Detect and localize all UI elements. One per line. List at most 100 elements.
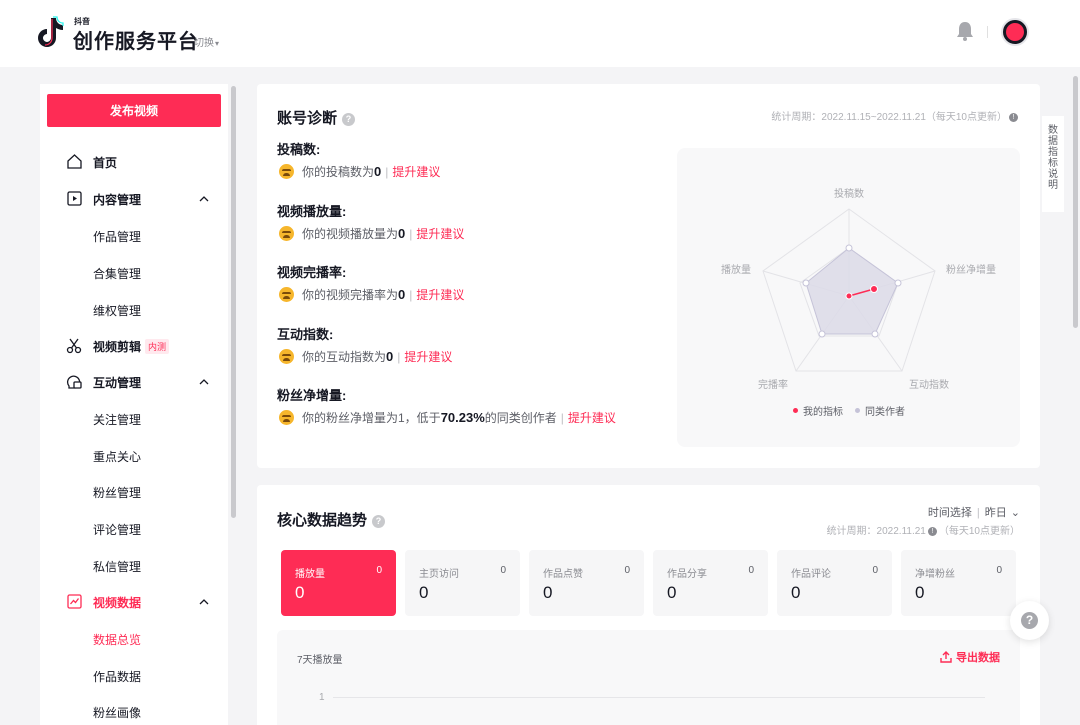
line-chart-icon <box>67 594 82 609</box>
stat-value: 0 <box>419 583 429 602</box>
data-metrics-explanation-tab[interactable]: 数据指标说明 <box>1042 116 1064 212</box>
sidebar-item-interaction-management[interactable]: 互动管理 <box>40 370 228 394</box>
publish-video-button[interactable]: 发布视频 <box>47 94 221 127</box>
legend-mine-label: 我的指标 <box>803 407 843 418</box>
stat-label: 净增粉丝 <box>915 569 955 580</box>
home-icon <box>67 154 82 169</box>
sidebar-item-follow-management[interactable]: 关注管理 <box>93 411 141 428</box>
stat-value: 0 <box>667 583 677 602</box>
sidebar-item-fans-portrait[interactable]: 粉丝画像 <box>93 704 141 721</box>
improve-suggestion-link[interactable]: 提升建议 <box>404 348 452 365</box>
sidebar-item-video-data[interactable]: 视频数据 <box>40 590 228 614</box>
bell-icon[interactable] <box>955 20 975 42</box>
legend-dot <box>793 408 798 413</box>
time-select-value: 昨日 <box>984 507 1007 519</box>
radar-peer-point <box>871 330 879 338</box>
account-diagnosis-card: 账号诊断? 统计周期：2022.11.15~2022.11.21（每天10点更新… <box>257 84 1040 468</box>
help-icon[interactable]: ? <box>342 112 356 126</box>
separator: | <box>409 287 413 302</box>
help-icon[interactable]: ? <box>372 514 386 528</box>
scissors-icon <box>66 338 82 354</box>
separator: | <box>409 226 413 241</box>
switch-dropdown[interactable]: 切换▾ <box>194 34 219 49</box>
improve-suggestion-link[interactable]: 提升建议 <box>568 409 616 426</box>
sidebar-item-dm-management[interactable]: 私信管理 <box>93 558 141 575</box>
sidebar-item-rights-management[interactable]: 维权管理 <box>93 302 141 319</box>
metric-prefix: 你的投稿数为 <box>302 165 375 179</box>
metric-line: 你的粉丝净增量为1，低于 70.23% 的同类创作者 | 提升建议 <box>279 409 616 426</box>
chevron-up-icon <box>199 196 209 202</box>
metric-prefix: 你的视频完播率为 <box>302 288 399 302</box>
sidebar-item-video-edit[interactable]: 视频剪辑 内测 <box>40 334 228 358</box>
legend-mine: 我的指标 <box>793 403 843 418</box>
metric-title: 互动指数: <box>277 327 334 342</box>
diagnosis-period: 统计周期：2022.11.15~2022.11.21（每天10点更新） <box>771 112 1007 123</box>
radar-peer-point <box>845 244 853 252</box>
stat-card-homepage-visits[interactable]: 主页访问 0 0 <box>405 550 520 616</box>
improve-suggestion-link[interactable]: 提升建议 <box>416 286 464 303</box>
sidebar-item-home[interactable]: 首页 <box>40 150 228 174</box>
page-scrollbar[interactable] <box>1073 76 1078 328</box>
sidebar-item-content-management[interactable]: 内容管理 <box>40 187 228 211</box>
metric-line: 你的视频完播率为 0 | 提升建议 <box>279 286 464 303</box>
time-select-dropdown[interactable]: 时间选择 | 昨日 ⌄ <box>928 504 1020 520</box>
trend-period-row: 统计周期：2022.11.21! （每天10点更新） <box>827 522 1020 537</box>
metric-title: 粉丝净增量: <box>277 388 347 403</box>
separator: | <box>385 164 389 179</box>
stat-card-net-fans[interactable]: 净增粉丝 0 0 <box>901 550 1016 616</box>
trend-period: 统计周期：2022.11.21 <box>826 526 926 537</box>
avatar[interactable] <box>1001 18 1029 46</box>
crying-face-icon <box>279 410 294 425</box>
radar-peer-point <box>818 330 826 338</box>
caret-down-icon: ▾ <box>215 39 220 48</box>
separator: | <box>560 410 564 425</box>
export-label: 导出数据 <box>956 652 1000 664</box>
metric-prefix: 你的视频播放量为 <box>302 227 399 241</box>
metric-line: 你的投稿数为 0 | 提升建议 <box>279 163 440 180</box>
radar-axis-label: 播放量 <box>721 265 751 276</box>
sidebar-scrollbar[interactable] <box>231 86 236 518</box>
trend-title: 核心数据趋势 <box>277 512 368 529</box>
sidebar-item-data-overview[interactable]: 数据总览 <box>93 631 141 648</box>
trend-title-row: 核心数据趋势? <box>277 509 386 530</box>
sidebar: 发布视频 首页 内容管理 作品管理 合集管理 维权管理 视频剪辑 内测 互动管理… <box>40 84 228 725</box>
info-icon[interactable]: ! <box>1009 112 1018 122</box>
info-icon[interactable]: ! <box>927 526 937 536</box>
sidebar-item-fans-management[interactable]: 粉丝管理 <box>93 484 141 501</box>
metric-prefix: 你的粉丝净增量为1，低于 <box>302 411 441 425</box>
metric-value: 0 <box>374 164 382 179</box>
metric-value: 0 <box>398 287 406 302</box>
metric-title: 视频完播率: <box>277 265 347 280</box>
time-select-label: 时间选择 <box>927 507 972 519</box>
avatar-image <box>1006 23 1024 41</box>
improve-suggestion-link[interactable]: 提升建议 <box>392 163 440 180</box>
stat-value: 0 <box>295 583 305 602</box>
export-data-button[interactable]: 导出数据 <box>940 649 1000 665</box>
logo-title: 创作服务平台 <box>73 31 199 53</box>
crying-face-icon <box>279 287 294 302</box>
sidebar-item-works-data[interactable]: 作品数据 <box>93 668 141 685</box>
improve-suggestion-link[interactable]: 提升建议 <box>416 225 464 242</box>
sidebar-item-works-management[interactable]: 作品管理 <box>93 228 141 245</box>
radar-peer-point <box>894 279 902 287</box>
sidebar-item-comment-management[interactable]: 评论管理 <box>93 521 141 538</box>
stat-card-plays[interactable]: 播放量 0 0 <box>281 550 396 616</box>
sidebar-item-key-care[interactable]: 重点关心 <box>93 448 141 465</box>
crying-face-icon <box>279 164 294 179</box>
trend-period-note: （每天10点更新） <box>938 526 1020 537</box>
floating-help-button[interactable]: ? <box>1010 601 1049 640</box>
stat-label: 主页访问 <box>419 569 459 580</box>
stat-change: 0 <box>376 565 382 576</box>
chevron-up-icon <box>199 379 209 385</box>
stat-card-comments[interactable]: 作品评论 0 0 <box>777 550 892 616</box>
side-tab-label: 数据指标说明 <box>1048 125 1058 191</box>
sidebar-item-collection-management[interactable]: 合集管理 <box>93 265 141 282</box>
stat-card-likes[interactable]: 作品点赞 0 0 <box>529 550 644 616</box>
stat-change: 0 <box>872 565 878 576</box>
top-header: 抖音 创作服务平台 切换▾ <box>0 0 1080 67</box>
plays-chart-area: 7天播放量 导出数据 1 <box>277 630 1020 725</box>
douyin-logo-icon[interactable] <box>38 16 66 48</box>
export-icon <box>940 651 952 663</box>
switch-label: 切换 <box>194 38 214 49</box>
stat-card-shares[interactable]: 作品分享 0 0 <box>653 550 768 616</box>
